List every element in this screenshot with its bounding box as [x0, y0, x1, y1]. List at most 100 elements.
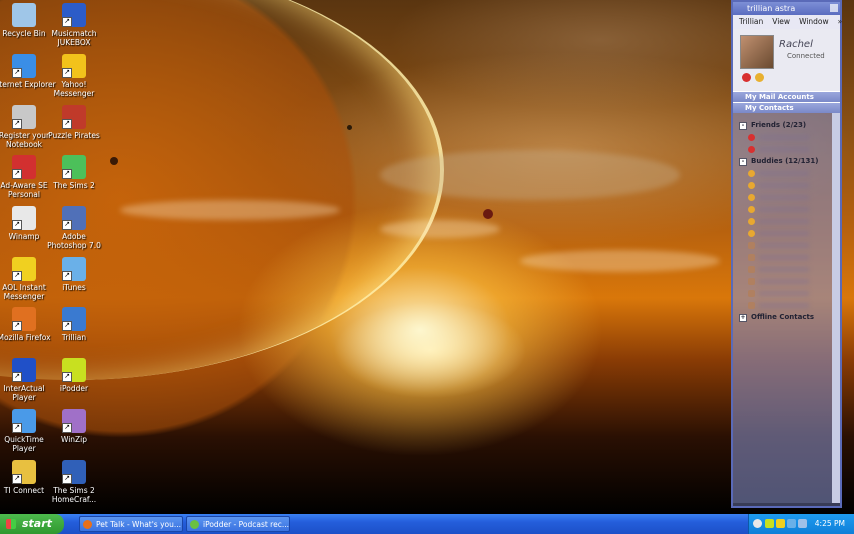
list-item[interactable]: [733, 287, 840, 299]
my-mail-accounts-bar[interactable]: My Mail Accounts: [733, 91, 840, 102]
task-label: Pet Talk - What's you...: [96, 520, 182, 529]
group-friends[interactable]: - Friends (2/23): [733, 119, 840, 131]
trillian-window[interactable]: trillian astra Trillian View Window » Ra…: [731, 0, 842, 508]
trillian-user-panel: Rachel Connected: [733, 29, 840, 91]
trillian-title-bar[interactable]: trillian astra: [733, 2, 840, 15]
list-item[interactable]: [733, 239, 840, 251]
idle-icon: [748, 278, 755, 285]
away-icon[interactable]: [755, 73, 764, 82]
list-item[interactable]: [733, 143, 840, 155]
tray-icon[interactable]: [776, 519, 785, 528]
shortcut-arrow-icon: ↗: [12, 119, 22, 129]
list-item[interactable]: [733, 215, 840, 227]
away-icon: [748, 206, 755, 213]
list-item[interactable]: [733, 299, 840, 311]
chevron-left-icon[interactable]: [753, 519, 762, 528]
taskbar: start Pet Talk - What's you... iPodder -…: [0, 514, 854, 534]
app-icon: ↗: [12, 105, 36, 129]
network-icon[interactable]: [798, 519, 807, 528]
offline-icon: [748, 146, 755, 153]
shortcut-arrow-icon: ↗: [62, 423, 72, 433]
idle-icon: [748, 302, 755, 309]
offline-icon: [748, 134, 755, 141]
stop-icon[interactable]: [742, 73, 751, 82]
desktop-icon[interactable]: ↗ Adobe Photoshop 7.0: [42, 206, 106, 250]
tray-icon[interactable]: [787, 519, 796, 528]
app-icon: [12, 3, 36, 27]
desktop-icon-label: Puzzle Pirates: [48, 131, 100, 140]
app-icon: ↗: [12, 257, 36, 281]
desktop-icon[interactable]: ↗ The Sims 2 HomeCraf...: [42, 460, 106, 504]
cloud: [380, 220, 500, 238]
desktop-icon-label: Adobe Photoshop 7.0: [47, 232, 101, 250]
expand-icon[interactable]: +: [739, 314, 747, 322]
app-icon: ↗: [12, 54, 36, 78]
collapse-icon[interactable]: -: [739, 122, 747, 130]
menu-more-chevron[interactable]: »: [838, 15, 843, 29]
list-item[interactable]: [733, 227, 840, 239]
desktop-icon[interactable]: ↗ Musicmatch JUKEBOX: [42, 3, 106, 47]
desktop-icon-label: Yahoo! Messenger: [53, 80, 95, 98]
shortcut-arrow-icon: ↗: [62, 321, 72, 331]
menu-trillian[interactable]: Trillian: [739, 15, 763, 29]
list-item[interactable]: [733, 167, 840, 179]
group-label: Offline Contacts: [751, 313, 814, 321]
desktop-icon[interactable]: ↗ The Sims 2: [42, 155, 106, 190]
close-icon[interactable]: [830, 4, 838, 12]
section-mail: My Mail Accounts: [745, 93, 814, 101]
task-button-pet-talk[interactable]: Pet Talk - What's you...: [79, 516, 183, 532]
desktop-icon[interactable]: ↗ iPodder: [42, 358, 106, 393]
list-item[interactable]: [733, 131, 840, 143]
list-item[interactable]: [733, 251, 840, 263]
desktop-icon-label: WinZip: [60, 435, 88, 444]
menu-view[interactable]: View: [772, 15, 790, 29]
shortcut-arrow-icon: ↗: [62, 119, 72, 129]
user-status-text: Connected: [787, 52, 825, 60]
user-name[interactable]: Rachel: [779, 39, 813, 50]
app-icon: ↗: [12, 358, 36, 382]
group-label: Buddies (12/131): [751, 157, 819, 165]
idle-icon: [748, 242, 755, 249]
avatar[interactable]: [740, 35, 774, 69]
ipodder-icon: [190, 520, 199, 529]
contact-list[interactable]: - Friends (2/23) - Buddies (12/131) + Of…: [733, 113, 840, 503]
clock[interactable]: 4:25 PM: [815, 514, 845, 534]
start-label: start: [22, 517, 52, 530]
shortcut-arrow-icon: ↗: [62, 169, 72, 179]
desktop-wallpaper: Recycle Bin↗Musicmatch JUKEBOX↗Internet …: [0, 0, 854, 514]
desktop-icon-label: The Sims 2 HomeCraf...: [51, 486, 97, 504]
group-buddies[interactable]: - Buddies (12/131): [733, 155, 840, 167]
list-item[interactable]: [733, 263, 840, 275]
desktop-icon[interactable]: ↗ Trillian: [42, 307, 106, 342]
group-offline[interactable]: + Offline Contacts: [733, 311, 840, 323]
shortcut-arrow-icon: ↗: [12, 474, 22, 484]
app-icon: ↗: [62, 3, 86, 27]
cloud: [520, 250, 720, 272]
menu-window[interactable]: Window: [799, 15, 829, 29]
app-icon: ↗: [62, 257, 86, 281]
desktop-icon[interactable]: ↗ Yahoo! Messenger: [42, 54, 106, 98]
list-item[interactable]: [733, 191, 840, 203]
list-item[interactable]: [733, 275, 840, 287]
away-icon: [748, 182, 755, 189]
shortcut-arrow-icon: ↗: [62, 220, 72, 230]
desktop-icon-label: iTunes: [62, 283, 86, 292]
desktop-icon[interactable]: ↗ iTunes: [42, 257, 106, 292]
desktop-icon-label: Musicmatch JUKEBOX: [51, 29, 97, 47]
collapse-icon[interactable]: -: [739, 158, 747, 166]
desktop-icon-label: iPodder: [59, 384, 89, 393]
tray-icon[interactable]: [765, 519, 774, 528]
desktop-icon[interactable]: ↗ Puzzle Pirates: [42, 105, 106, 140]
list-item[interactable]: [733, 203, 840, 215]
trillian-title: trillian astra: [747, 4, 796, 13]
desktop-icon-label: The Sims 2: [53, 181, 95, 190]
desktop-icon[interactable]: ↗ WinZip: [42, 409, 106, 444]
list-item[interactable]: [733, 179, 840, 191]
shortcut-arrow-icon: ↗: [12, 169, 22, 179]
start-button[interactable]: start: [0, 514, 64, 534]
my-contacts-bar[interactable]: My Contacts: [733, 102, 840, 113]
user-status[interactable]: Connected: [781, 52, 825, 60]
app-icon: ↗: [12, 307, 36, 331]
task-button-ipodder[interactable]: iPodder - Podcast rec...: [186, 516, 290, 532]
shortcut-arrow-icon: ↗: [62, 372, 72, 382]
